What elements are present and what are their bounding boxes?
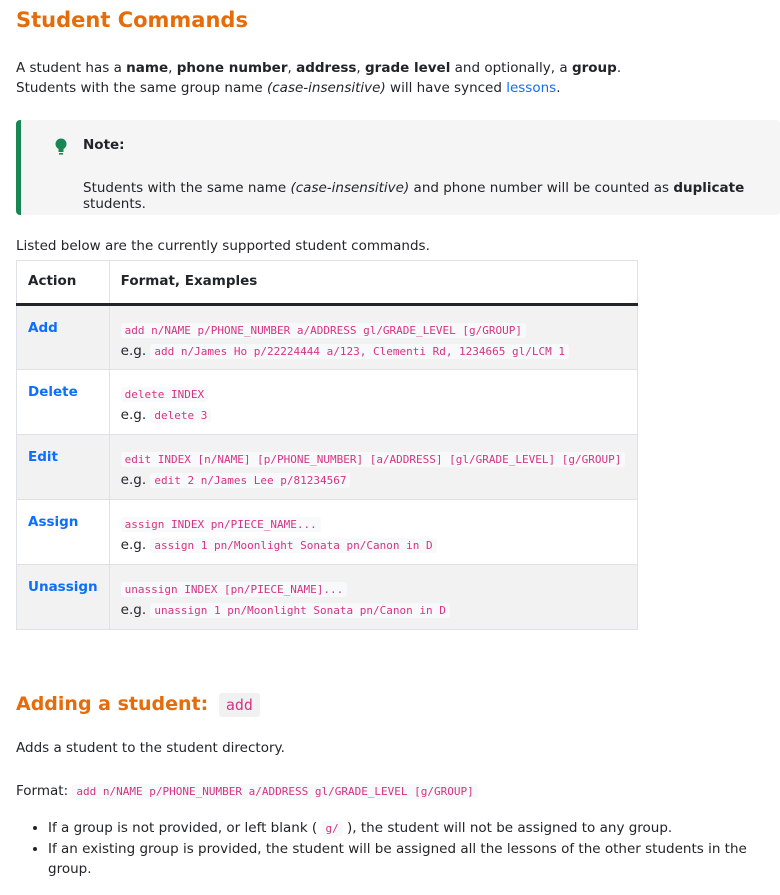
table-row: Unassign unassign INDEX [pn/PIECE_NAME].… <box>16 564 639 630</box>
page-title: Student Commands <box>16 8 248 32</box>
note-text: students. <box>83 196 146 212</box>
intro-text: will have synced <box>385 80 507 96</box>
format-code: delete INDEX <box>120 387 209 402</box>
action-delete: Delete <box>28 384 78 400</box>
action-assign: Assign <box>28 514 79 530</box>
action-cell: Add <box>16 304 110 370</box>
example-code: edit 2 n/James Lee p/81234567 <box>150 473 351 488</box>
format-label: Format: <box>16 783 69 799</box>
bullet-code: g/ <box>321 821 343 836</box>
intro-text: Students with the same group name <box>16 80 267 96</box>
listed-text: Listed below are the currently supported… <box>16 238 430 254</box>
lightbulb-icon <box>55 138 67 155</box>
add-description: Adds a student to the student directory. <box>16 740 285 756</box>
note-label: Note: <box>83 137 125 153</box>
format-cell: assign INDEX pn/PIECE_NAME... e.g. assign… <box>108 499 639 565</box>
lessons-link[interactable]: lessons <box>506 80 556 96</box>
format-code: unassign INDEX [pn/PIECE_NAME]... <box>120 582 348 597</box>
intro-bold-address: address <box>296 60 357 76</box>
add-bullet-list: If a group is not provided, or left blan… <box>0 818 780 879</box>
intro-text: , <box>168 60 177 76</box>
add-heading-text: Adding a student: <box>16 693 209 715</box>
eg-label: e.g. <box>120 472 147 488</box>
action-add: Add <box>28 320 58 336</box>
intro-text: . <box>616 60 622 76</box>
intro-text: and optionally, a <box>450 60 572 76</box>
intro-text: . <box>556 80 561 96</box>
note-bold-duplicate: duplicate <box>673 180 745 196</box>
note-italic: (case-insensitive) <box>290 180 410 196</box>
intro-text: , <box>356 60 366 76</box>
format-code: edit INDEX [n/NAME] [p/PHONE_NUMBER] [a/… <box>120 452 626 467</box>
bullet-text: ), the student will not be assigned to a… <box>342 820 673 836</box>
example-code: unassign 1 pn/Moonlight Sonata pn/Canon … <box>150 603 450 618</box>
example-code: assign 1 pn/Moonlight Sonata pn/Canon in… <box>150 538 437 553</box>
table-row: Assign assign INDEX pn/PIECE_NAME... e.g.… <box>16 499 639 565</box>
list-item: If an existing group is provided, the st… <box>48 839 780 879</box>
intro-bold-phone: phone number <box>176 60 288 76</box>
table-row: Delete delete INDEX e.g. delete 3 <box>16 369 639 435</box>
format-cell: add n/NAME p/PHONE_NUMBER a/ADDRESS gl/G… <box>108 304 639 370</box>
example-code: add n/James Ho p/22224444 a/123, Clement… <box>150 344 570 359</box>
action-edit: Edit <box>28 449 58 465</box>
table-row: Add add n/NAME p/PHONE_NUMBER a/ADDRESS … <box>16 304 639 370</box>
intro-text: A student has a <box>16 60 127 76</box>
intro-italic: (case-insensitive) <box>266 80 386 96</box>
eg-label: e.g. <box>120 407 147 423</box>
table-header-row: Action Format, Examples <box>16 260 639 305</box>
note-text: and phone number will be counted as <box>409 180 674 196</box>
action-cell: Delete <box>16 369 110 435</box>
action-cell: Unassign <box>16 564 110 630</box>
bullet-text: If a group is not provided, or left blan… <box>48 820 322 836</box>
action-cell: Edit <box>16 434 110 500</box>
eg-label: e.g. <box>120 537 147 553</box>
intro-bold-grade: grade level <box>365 60 451 76</box>
header-format: Format, Examples <box>108 260 639 305</box>
add-format-line: Format: add n/NAME p/PHONE_NUMBER a/ADDR… <box>16 783 478 799</box>
intro-paragraph: A student has a name, phone number, addr… <box>16 58 621 98</box>
action-cell: Assign <box>16 499 110 565</box>
note-body: Students with the same name (case-insens… <box>83 180 780 212</box>
format-cell: delete INDEX e.g. delete 3 <box>108 369 639 435</box>
format-cell: edit INDEX [n/NAME] [p/PHONE_NUMBER] [a/… <box>108 434 639 500</box>
intro-bold-name: name <box>126 60 169 76</box>
note-text: Students with the same name <box>83 180 291 196</box>
intro-bold-group: group <box>571 60 617 76</box>
commands-table: Action Format, Examples Add add n/NAME p… <box>16 260 639 630</box>
add-section-heading: Adding a student: add <box>16 693 260 717</box>
eg-label: e.g. <box>120 602 147 618</box>
action-unassign: Unassign <box>28 579 98 595</box>
note-callout: Note: Students with the same name (case-… <box>16 120 780 215</box>
intro-text: , <box>287 60 297 76</box>
format-code: assign INDEX pn/PIECE_NAME... <box>120 517 321 532</box>
add-heading-code: add <box>218 693 260 717</box>
header-action: Action <box>16 260 110 305</box>
format-cell: unassign INDEX [pn/PIECE_NAME]... e.g. un… <box>108 564 639 630</box>
eg-label: e.g. <box>120 343 147 359</box>
list-item: If a group is not provided, or left blan… <box>48 818 780 839</box>
add-format-code: add n/NAME p/PHONE_NUMBER a/ADDRESS gl/G… <box>72 784 478 799</box>
format-code: add n/NAME p/PHONE_NUMBER a/ADDRESS gl/G… <box>120 323 527 338</box>
document-page: Student Commands A student has a name, p… <box>0 0 780 895</box>
example-code: delete 3 <box>150 408 212 423</box>
table-row: Edit edit INDEX [n/NAME] [p/PHONE_NUMBER… <box>16 434 639 500</box>
